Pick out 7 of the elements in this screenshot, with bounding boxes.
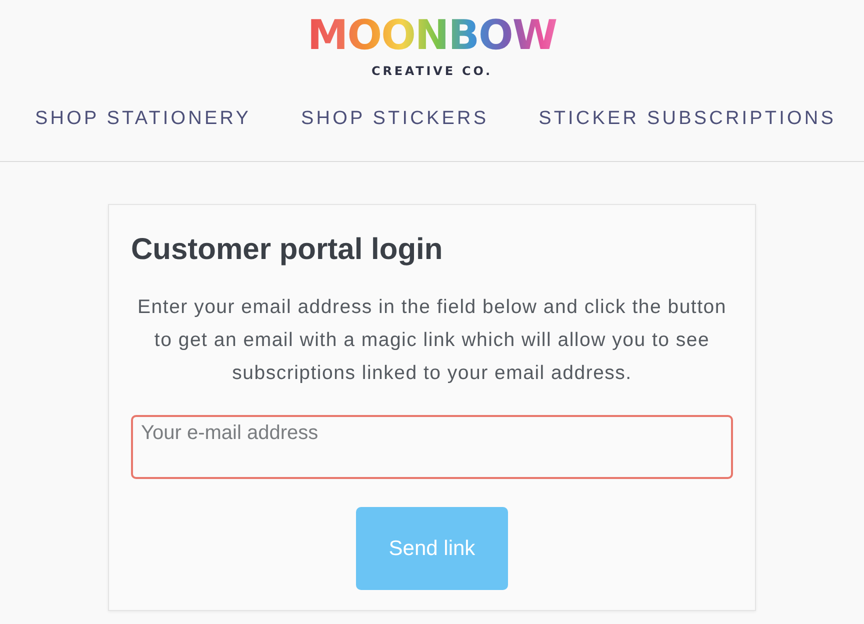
card-description: Enter your email address in the field below and click the button to get an email with a magic link which will allow you to see subscriptions linked to your email address.: [136, 295, 728, 386]
nav-link[interactable]: SHOP STICKERS: [301, 108, 489, 130]
logo-tagline: CREATIVE CO.: [371, 64, 492, 78]
email-input-field[interactable]: Your e-mail address: [131, 415, 733, 479]
nav-link[interactable]: SHOP STATIONERY: [35, 108, 252, 130]
nav-link[interactable]: STICKER SUBSCRIPTIONS: [538, 108, 836, 130]
card-title: Customer portal login: [131, 232, 444, 268]
